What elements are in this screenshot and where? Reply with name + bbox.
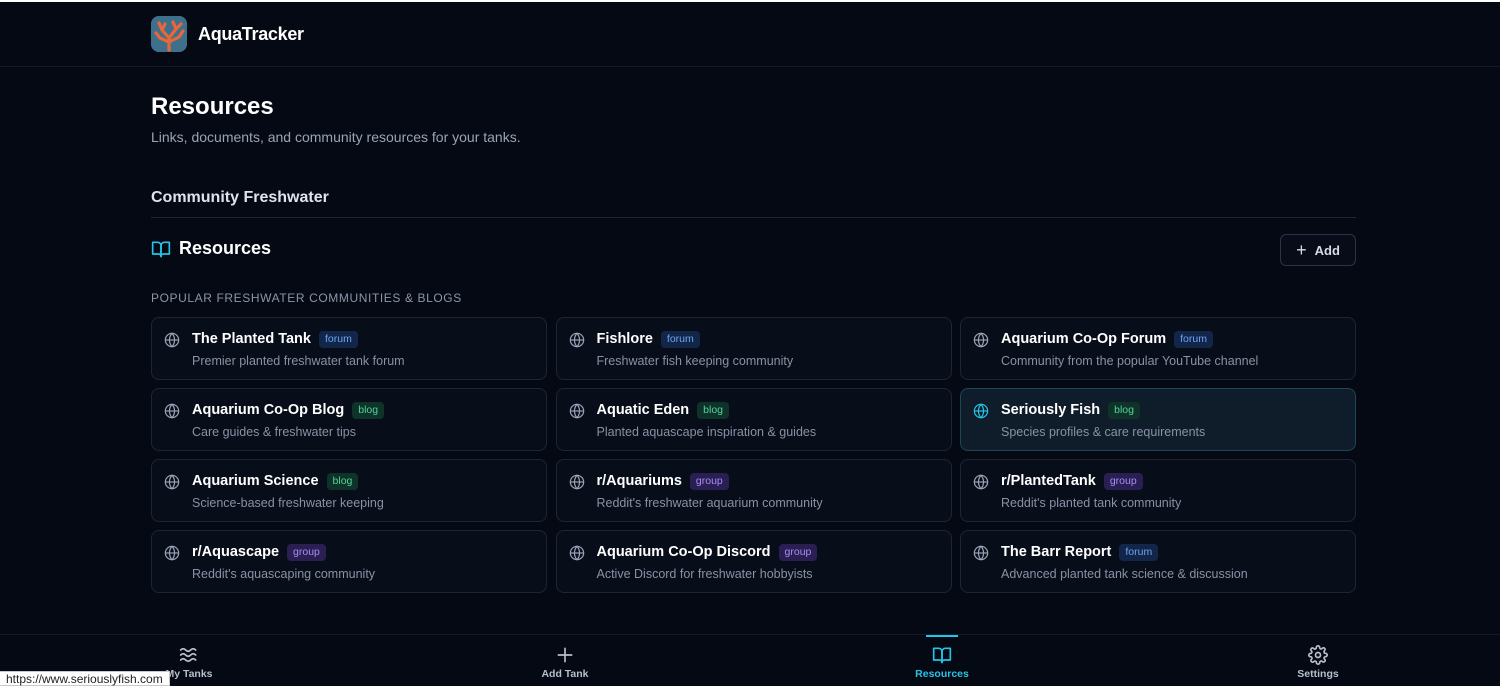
resource-card-hovered[interactable]: Seriously Fish blog Species profiles & ca… <box>960 388 1356 451</box>
globe-icon <box>973 332 989 348</box>
resource-card[interactable]: Aquarium Co-Op Forum forum Community from… <box>960 317 1356 380</box>
resource-grid: The Planted Tank forum Premier planted fr… <box>151 317 1356 593</box>
resource-card[interactable]: The Planted Tank forum Premier planted fr… <box>151 317 547 380</box>
resource-card[interactable]: Aquatic Eden blog Planted aquascape inspi… <box>555 388 952 451</box>
globe-icon <box>973 545 989 561</box>
active-tab-indicator <box>926 635 958 637</box>
page-subtitle: Links, documents, and community resource… <box>151 129 521 145</box>
add-resource-button[interactable]: + Add <box>1280 234 1356 266</box>
resource-description: Reddit's aquascaping community <box>192 567 376 581</box>
resource-description: Science-based freshwater keeping <box>192 496 384 510</box>
resource-type-badge: forum <box>660 331 700 348</box>
resource-card[interactable]: Aquarium Science blog Science-based fresh… <box>151 459 547 522</box>
globe-icon <box>973 403 989 419</box>
nav-add-tank[interactable]: Add Tank <box>505 635 625 686</box>
resource-type-badge: blog <box>352 402 385 419</box>
resource-card[interactable]: r/Aquascape group Reddit's aquascaping co… <box>151 530 547 593</box>
resource-type-badge: group <box>287 544 326 561</box>
add-button-label: Add <box>1314 242 1340 258</box>
globe-icon <box>164 403 180 419</box>
resource-name: The Barr Report <box>1001 544 1112 561</box>
nav-label: My Tanks <box>165 668 213 680</box>
nav-label: Add Tank <box>541 668 589 680</box>
resource-type-badge: forum <box>318 331 358 348</box>
resource-name: r/PlantedTank <box>1001 473 1096 490</box>
globe-icon <box>164 474 180 490</box>
resource-name: Aquatic Eden <box>596 402 690 419</box>
globe-icon <box>569 474 584 490</box>
resource-card[interactable]: r/PlantedTank group Reddit's planted tank… <box>960 459 1356 522</box>
resource-name: Seriously Fish <box>1001 402 1101 419</box>
nav-resources[interactable]: Resources <box>882 635 1002 686</box>
resource-card[interactable]: Aquarium Co-Op Blog blog Care guides & fr… <box>151 388 547 451</box>
nav-settings[interactable]: Settings <box>1258 635 1378 686</box>
resource-description: Community from the popular YouTube chann… <box>1001 354 1259 368</box>
resource-type-badge: blog <box>697 402 730 419</box>
globe-icon <box>164 545 180 561</box>
globe-icon <box>973 474 989 490</box>
resource-card[interactable]: r/Aquariums group Reddit's freshwater aqu… <box>555 459 952 522</box>
resource-description: Planted aquascape inspiration & guides <box>596 425 817 439</box>
resource-description: Reddit's freshwater aquarium community <box>596 496 823 510</box>
app-header: AquaTracker <box>0 2 1500 67</box>
tank-name-heading: Community Freshwater <box>151 189 329 206</box>
plus-icon: + <box>1296 240 1307 260</box>
resource-name: Aquarium Science <box>192 473 319 490</box>
resource-name: The Planted Tank <box>192 331 311 348</box>
globe-icon <box>569 403 584 419</box>
gear-icon <box>1308 645 1328 665</box>
app-title[interactable]: AquaTracker <box>198 24 304 45</box>
resource-name: r/Aquariums <box>596 473 682 490</box>
resource-description: Advanced planted tank science & discussi… <box>1001 567 1248 581</box>
nav-label: Settings <box>1297 668 1339 680</box>
section-title: Resources <box>179 238 272 258</box>
resource-description: Freshwater fish keeping community <box>596 354 794 368</box>
resource-card[interactable]: The Barr Report forum Advanced planted ta… <box>960 530 1356 593</box>
resource-description: Species profiles & care requirements <box>1001 425 1206 439</box>
resource-description: Care guides & freshwater tips <box>192 425 356 439</box>
resource-type-badge: group <box>689 473 729 490</box>
resource-name: Fishlore <box>596 331 653 348</box>
resource-card[interactable]: Fishlore forum Freshwater fish keeping co… <box>555 317 952 380</box>
resource-name: Aquarium Co-Op Blog <box>192 402 345 419</box>
globe-icon <box>569 332 584 348</box>
app-logo-icon[interactable] <box>151 16 187 52</box>
bottom-navigation: My Tanks Add Tank Resources Settings <box>0 634 1500 686</box>
page-title: Resources <box>151 93 274 120</box>
resource-name: r/Aquascape <box>192 544 280 561</box>
waves-icon <box>179 647 197 663</box>
resource-type-badge: group <box>1103 473 1143 490</box>
resource-description: Premier planted freshwater tank forum <box>192 354 405 368</box>
resource-type-badge: forum <box>1174 331 1213 348</box>
resource-type-badge: group <box>778 544 818 561</box>
resource-type-badge: forum <box>1119 544 1159 561</box>
resource-name: Aquarium Co-Op Forum <box>1001 331 1167 348</box>
resource-group-label: Popular Freshwater Communities & Blogs <box>151 291 462 305</box>
resource-description: Reddit's planted tank community <box>1001 496 1182 510</box>
resources-section-header: Resources <box>151 238 271 259</box>
section-divider <box>151 217 1356 218</box>
globe-icon <box>164 332 180 348</box>
resource-name: Aquarium Co-Op Discord <box>596 544 771 561</box>
resource-card[interactable]: Aquarium Co-Op Discord group Active Disco… <box>555 530 952 593</box>
resource-type-badge: blog <box>326 473 359 490</box>
book-open-icon <box>932 647 952 664</box>
browser-status-url: https://www.seriouslyfish.com <box>0 671 170 686</box>
globe-icon <box>569 545 584 561</box>
plus-icon <box>557 647 573 663</box>
resource-description: Active Discord for freshwater hobbyists <box>596 567 813 581</box>
book-open-icon <box>151 241 171 257</box>
resource-type-badge: blog <box>1108 402 1140 419</box>
nav-label: Resources <box>915 668 969 680</box>
